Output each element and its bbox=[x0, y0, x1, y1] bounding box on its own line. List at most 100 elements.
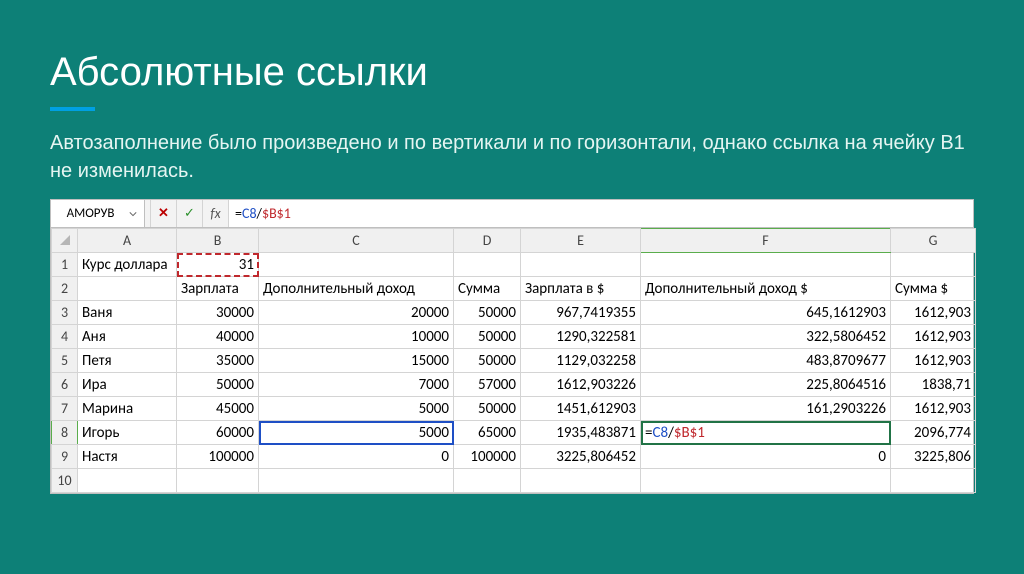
name-box[interactable]: АМОРУВ bbox=[51, 200, 145, 227]
cell-E6[interactable]: 1612,903226 bbox=[521, 373, 641, 397]
cell-A5[interactable]: Петя bbox=[78, 349, 177, 373]
col-header-C[interactable]: C bbox=[259, 229, 454, 253]
row-header-2[interactable]: 2 bbox=[52, 277, 78, 301]
cell-G8[interactable]: 2096,774 bbox=[891, 421, 976, 445]
cell-C4[interactable]: 10000 bbox=[259, 325, 454, 349]
col-header-D[interactable]: D bbox=[454, 229, 521, 253]
cell-G6[interactable]: 1838,71 bbox=[891, 373, 976, 397]
row-header-9[interactable]: 9 bbox=[52, 445, 78, 469]
cell-D8[interactable]: 65000 bbox=[454, 421, 521, 445]
cell-C9[interactable]: 0 bbox=[259, 445, 454, 469]
enter-icon[interactable]: ✓ bbox=[177, 200, 203, 227]
cell-A8[interactable]: Игорь bbox=[78, 421, 177, 445]
cell-B1[interactable]: 31 bbox=[177, 253, 259, 277]
cell-G1[interactable] bbox=[891, 253, 976, 277]
cell-B4[interactable]: 40000 bbox=[177, 325, 259, 349]
cell-G5[interactable]: 1612,903 bbox=[891, 349, 976, 373]
cell-F7[interactable]: 161,2903226 bbox=[641, 397, 891, 421]
row-header-7[interactable]: 7 bbox=[52, 397, 78, 421]
cell-D10[interactable] bbox=[454, 469, 521, 493]
cell-B8[interactable]: 60000 bbox=[177, 421, 259, 445]
cell-C7[interactable]: 5000 bbox=[259, 397, 454, 421]
col-header-B[interactable]: B bbox=[177, 229, 259, 253]
row-header-5[interactable]: 5 bbox=[52, 349, 78, 373]
select-all-corner[interactable] bbox=[52, 229, 78, 253]
row-header-8[interactable]: 8 bbox=[52, 421, 78, 445]
cell-C3[interactable]: 20000 bbox=[259, 301, 454, 325]
cell-B5[interactable]: 35000 bbox=[177, 349, 259, 373]
cell-B7[interactable]: 45000 bbox=[177, 397, 259, 421]
cell-A6[interactable]: Ира bbox=[78, 373, 177, 397]
cell-D1[interactable] bbox=[454, 253, 521, 277]
cell-E3[interactable]: 967,7419355 bbox=[521, 301, 641, 325]
cell-E9[interactable]: 3225,806452 bbox=[521, 445, 641, 469]
cell-A9[interactable]: Настя bbox=[78, 445, 177, 469]
cell-C1[interactable] bbox=[259, 253, 454, 277]
cancel-icon[interactable]: ✕ bbox=[151, 200, 177, 227]
fx-icon[interactable]: fх bbox=[203, 200, 229, 227]
cell-C10[interactable] bbox=[259, 469, 454, 493]
cell-A3[interactable]: Ваня bbox=[78, 301, 177, 325]
spreadsheet-grid[interactable]: A B C D E F G 1 Курс доллара 31 bbox=[51, 228, 976, 493]
cell-D7[interactable]: 50000 bbox=[454, 397, 521, 421]
row-header-1[interactable]: 1 bbox=[52, 253, 78, 277]
cell-F8[interactable]: =C8/$B$1 bbox=[641, 421, 891, 445]
cell-E7[interactable]: 1451,612903 bbox=[521, 397, 641, 421]
name-box-dropdown-icon[interactable] bbox=[126, 207, 140, 221]
cell-D5[interactable]: 50000 bbox=[454, 349, 521, 373]
cell-F5[interactable]: 483,8709677 bbox=[641, 349, 891, 373]
cell-B10[interactable] bbox=[177, 469, 259, 493]
row-header-6[interactable]: 6 bbox=[52, 373, 78, 397]
cell-A2[interactable] bbox=[78, 277, 177, 301]
cell-C6[interactable]: 7000 bbox=[259, 373, 454, 397]
cell-B9[interactable]: 100000 bbox=[177, 445, 259, 469]
cell-E10[interactable] bbox=[521, 469, 641, 493]
cell-G7[interactable]: 1612,903 bbox=[891, 397, 976, 421]
cell-G3[interactable]: 1612,903 bbox=[891, 301, 976, 325]
cell-F4[interactable]: 322,5806452 bbox=[641, 325, 891, 349]
cell-A4[interactable]: Аня bbox=[78, 325, 177, 349]
cell-A10[interactable] bbox=[78, 469, 177, 493]
cell-B3[interactable]: 30000 bbox=[177, 301, 259, 325]
cell-F1[interactable] bbox=[641, 253, 891, 277]
formula-bar: АМОРУВ ✕ ✓ fх =C8/$B$1 bbox=[51, 200, 973, 228]
cell-E2[interactable]: Зарплата в $ bbox=[521, 277, 641, 301]
cell-D9[interactable]: 100000 bbox=[454, 445, 521, 469]
cell-F9[interactable]: 0 bbox=[641, 445, 891, 469]
cell-G4[interactable]: 1612,903 bbox=[891, 325, 976, 349]
cell-D2[interactable]: Сумма bbox=[454, 277, 521, 301]
cell-E5[interactable]: 1129,032258 bbox=[521, 349, 641, 373]
cell-F6[interactable]: 225,8064516 bbox=[641, 373, 891, 397]
cell-D6[interactable]: 57000 bbox=[454, 373, 521, 397]
cell-G9[interactable]: 3225,806 bbox=[891, 445, 976, 469]
cell-E8[interactable]: 1935,483871 bbox=[521, 421, 641, 445]
row-header-3[interactable]: 3 bbox=[52, 301, 78, 325]
col-header-A[interactable]: A bbox=[78, 229, 177, 253]
cell-B6[interactable]: 50000 bbox=[177, 373, 259, 397]
row-header-10[interactable]: 10 bbox=[52, 469, 78, 493]
cell-D3[interactable]: 50000 bbox=[454, 301, 521, 325]
cell-F2[interactable]: Дополнительный доход $ bbox=[641, 277, 891, 301]
cell-G10[interactable] bbox=[891, 469, 976, 493]
cell-F10[interactable] bbox=[641, 469, 891, 493]
excel-window: АМОРУВ ✕ ✓ fх =C8/$B$1 bbox=[50, 199, 974, 494]
row-header-4[interactable]: 4 bbox=[52, 325, 78, 349]
cell-E4[interactable]: 1290,322581 bbox=[521, 325, 641, 349]
col-header-F[interactable]: F bbox=[641, 229, 891, 253]
cell-E1[interactable] bbox=[521, 253, 641, 277]
title-underline bbox=[50, 107, 95, 111]
cell-C2[interactable]: Дополнительный доход bbox=[259, 277, 454, 301]
col-header-G[interactable]: G bbox=[891, 229, 976, 253]
cell-A1[interactable]: Курс доллара bbox=[78, 253, 177, 277]
formula-input[interactable]: =C8/$B$1 bbox=[229, 200, 973, 227]
cell-C5[interactable]: 15000 bbox=[259, 349, 454, 373]
cell-B2[interactable]: Зарплата bbox=[177, 277, 259, 301]
f8-ref1: C8 bbox=[652, 424, 668, 442]
row-5: 5 Петя 35000 15000 50000 1129,032258 483… bbox=[52, 349, 976, 373]
cell-G2[interactable]: Сумма $ bbox=[891, 277, 976, 301]
cell-F3[interactable]: 645,1612903 bbox=[641, 301, 891, 325]
cell-A7[interactable]: Марина bbox=[78, 397, 177, 421]
col-header-E[interactable]: E bbox=[521, 229, 641, 253]
cell-D4[interactable]: 50000 bbox=[454, 325, 521, 349]
cell-C8[interactable]: 5000 bbox=[259, 421, 454, 445]
